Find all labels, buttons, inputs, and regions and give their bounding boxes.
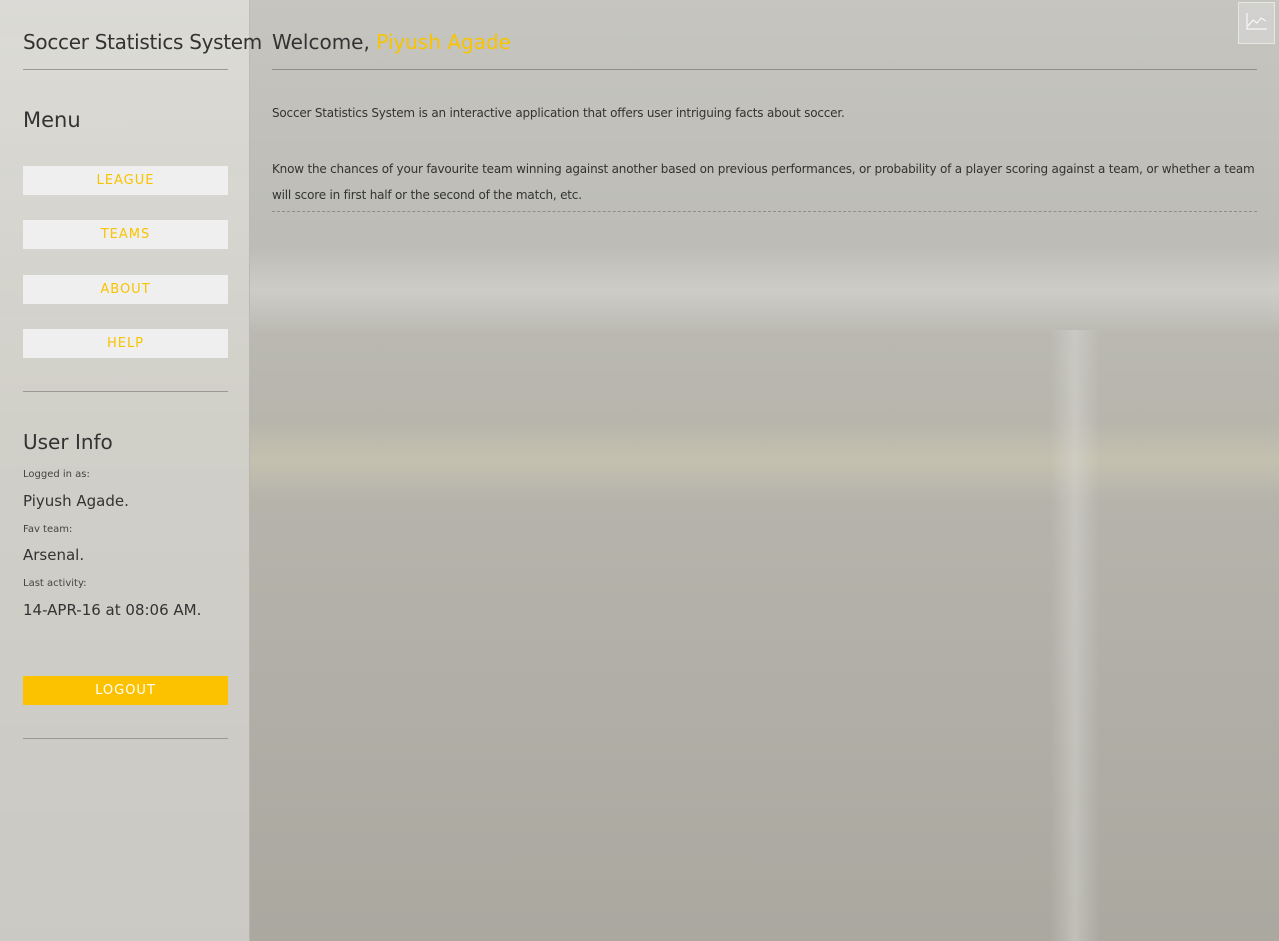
divider	[23, 391, 228, 392]
last-activity-label: Last activity:	[23, 578, 87, 589]
background-blur-post	[1050, 330, 1100, 941]
last-activity-value: 14-APR-16 at 08:06 AM.	[23, 601, 202, 619]
welcome-heading: Welcome, Piyush Agade	[272, 30, 511, 54]
league-button[interactable]: LEAGUE	[23, 166, 228, 195]
logged-in-label: Logged in as:	[23, 469, 90, 480]
fav-team-value: Arsenal.	[23, 546, 85, 564]
background-blur-band	[250, 245, 1279, 335]
teams-button[interactable]: TEAMS	[23, 220, 228, 249]
logged-in-value: Piyush Agade.	[23, 492, 129, 510]
welcome-user-name: Piyush Agade	[376, 30, 511, 54]
fav-team-label: Fav team:	[23, 524, 73, 535]
menu-title: Menu	[23, 108, 81, 132]
divider	[272, 69, 1257, 70]
divider	[23, 738, 228, 739]
welcome-prefix: Welcome,	[272, 30, 370, 54]
chart-button[interactable]	[1238, 2, 1275, 44]
logout-button[interactable]: LOGOUT	[23, 676, 228, 705]
background-blur-band	[250, 420, 1279, 500]
line-chart-icon	[1246, 12, 1268, 34]
dashed-divider	[272, 211, 1257, 212]
sidebar: Soccer Statistics System Menu LEAGUE TEA…	[0, 0, 262, 941]
description-paragraph: Know the chances of your favourite team …	[272, 162, 1255, 202]
intro-paragraph: Soccer Statistics System is an interacti…	[272, 106, 845, 120]
user-info-title: User Info	[23, 430, 113, 454]
help-button[interactable]: HELP	[23, 329, 228, 358]
divider	[23, 69, 228, 70]
app-title: Soccer Statistics System	[23, 30, 262, 54]
about-button[interactable]: ABOUT	[23, 275, 228, 304]
